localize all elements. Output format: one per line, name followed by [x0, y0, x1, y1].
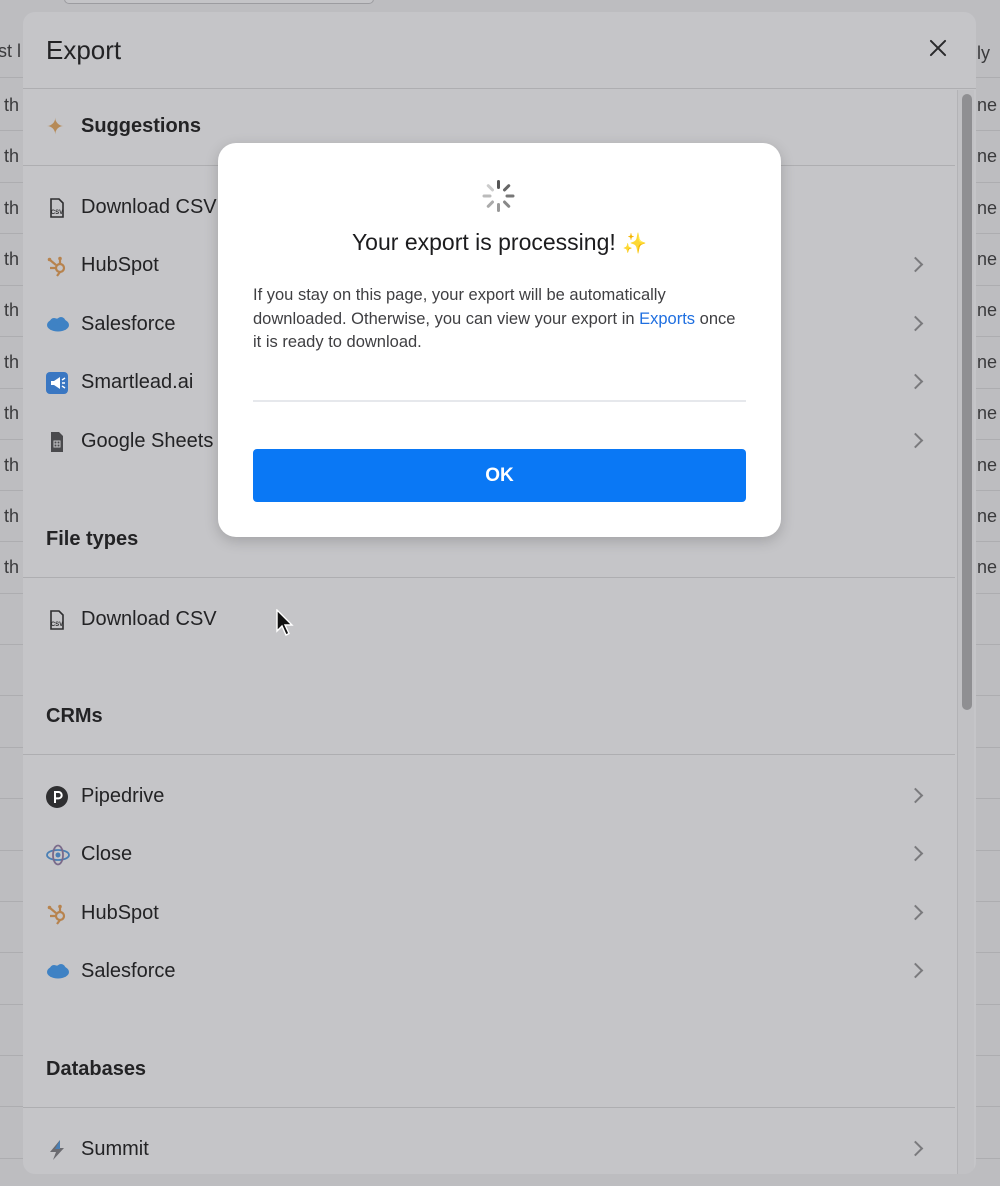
file-type-item-label: Download CSV [81, 608, 217, 630]
bg-cell-left-7: th [4, 403, 20, 423]
salesforce-icon [46, 961, 69, 983]
crm-item-label: Pipedrive [81, 785, 165, 807]
exports-link[interactable]: Exports [639, 310, 695, 328]
database-item-label: Summit [81, 1138, 149, 1160]
database-item-summit[interactable]: Summit [23, 1126, 955, 1174]
bg-cell-left-10: th [4, 557, 20, 577]
salesforce-icon [46, 314, 69, 336]
bg-cell-left-2: th [4, 146, 20, 166]
hubspot-icon [46, 255, 68, 277]
crm-item-hubspot[interactable]: HubSpot [23, 890, 955, 938]
hubspot-icon [46, 903, 68, 925]
bg-cell-right-3: ne [977, 198, 998, 218]
svg-text:CSV: CSV [51, 622, 63, 628]
suggestion-item-label: Google Sheets [81, 430, 214, 452]
bg-cell-right-6: ne [977, 352, 998, 372]
modal-body-text: If you stay on this page, your export wi… [253, 286, 666, 328]
chevron-right-icon [907, 787, 924, 804]
suggestion-item-label: HubSpot [81, 254, 159, 276]
chevron-right-icon [907, 962, 924, 979]
bg-cell-right-2: ne [977, 146, 998, 166]
pipedrive-icon [46, 786, 68, 808]
google-sheets-icon [46, 431, 68, 453]
modal-title-text: Your export is processing! [351, 229, 616, 255]
csv-file-icon: CSV [46, 609, 68, 631]
bg-cell-right-5: ne [977, 300, 998, 320]
crm-item-label: HubSpot [81, 902, 159, 924]
bg-cell-left-6: th [4, 352, 20, 372]
svg-text:CSV: CSV [51, 210, 63, 216]
background-search-bar [64, 0, 374, 4]
ok-button[interactable]: OK [253, 449, 746, 502]
chevron-right-icon [907, 373, 924, 390]
databases-title: Databases [46, 1058, 147, 1080]
chevron-right-icon [907, 256, 924, 273]
sparkle-icon: ✦ [46, 114, 65, 139]
bg-cell-right-1: ne [977, 95, 998, 115]
suggestion-item-label: Salesforce [81, 313, 176, 335]
bg-cell-left-0: st l [0, 41, 22, 61]
close-crm-icon [46, 844, 70, 866]
chevron-right-icon [907, 904, 924, 921]
bg-cell-left-5: th [4, 300, 20, 320]
export-processing-modal: Your export is processing! ✨ If you stay… [218, 143, 781, 537]
crms-title: CRMs [46, 705, 103, 727]
modal-title: Your export is processing! ✨ [218, 229, 781, 256]
sparkles-icon: ✨ [622, 233, 648, 255]
suggestions-title: Suggestions [81, 115, 202, 137]
csv-file-icon: CSV [46, 197, 68, 219]
bg-cell-left-1: th [4, 95, 20, 115]
chevron-right-icon [907, 845, 924, 862]
chevron-right-icon [907, 432, 924, 449]
bg-cell-right-10: ne [977, 557, 998, 577]
bg-cell-right-9: ne [977, 506, 998, 526]
export-panel-header: Export [23, 12, 976, 89]
chevron-right-icon [907, 1140, 924, 1157]
loading-spinner-icon [482, 180, 515, 212]
close-icon[interactable] [928, 38, 948, 58]
crm-item-close[interactable]: Close [23, 831, 955, 879]
crm-item-salesforce[interactable]: Salesforce [23, 948, 955, 996]
bg-cell-right-4: ne [977, 249, 998, 269]
suggestion-item-label: Download CSV [81, 196, 217, 218]
modal-divider [253, 400, 746, 402]
suggestion-item-label: Smartlead.ai [81, 371, 194, 393]
bg-cell-right-0: ly [977, 43, 990, 63]
smartlead-icon [46, 372, 68, 394]
bg-cell-left-3: th [4, 198, 20, 218]
scrollbar-thumb[interactable] [962, 94, 972, 710]
crm-item-label: Salesforce [81, 960, 176, 982]
file-type-item-download-csv[interactable]: CSV Download CSV [23, 596, 955, 644]
crm-item-label: Close [81, 843, 133, 865]
summit-icon [46, 1139, 68, 1161]
crm-item-pipedrive[interactable]: Pipedrive [23, 773, 955, 821]
file-types-title: File types [46, 528, 139, 550]
export-panel-title: Export [46, 35, 122, 65]
modal-body: If you stay on this page, your export wi… [253, 284, 743, 355]
bg-cell-left-8: th [4, 455, 20, 475]
bg-cell-right-8: ne [977, 455, 998, 475]
chevron-right-icon [907, 315, 924, 332]
bg-cell-left-9: th [4, 506, 20, 526]
bg-cell-right-7: ne [977, 403, 998, 423]
bg-cell-left-4: th [4, 249, 20, 269]
